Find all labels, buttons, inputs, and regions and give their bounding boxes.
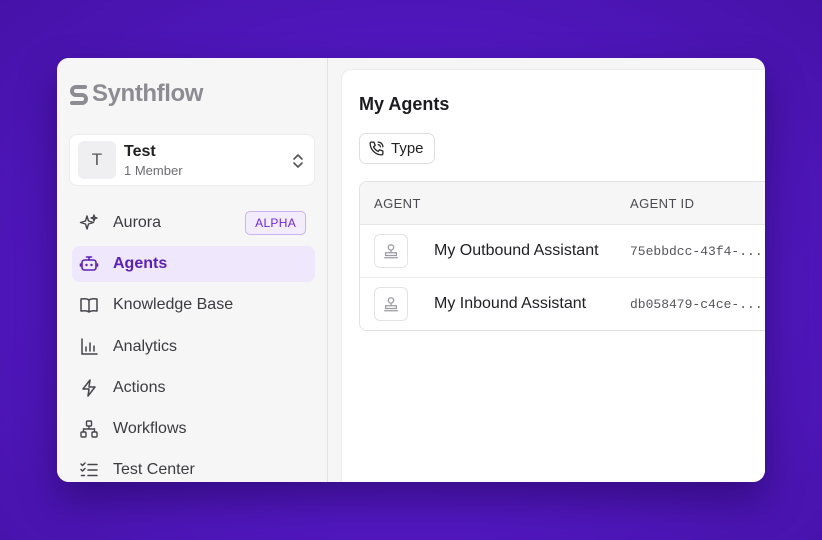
table-row[interactable]: My Outbound Assistant 75ebbdcc-43f4-... <box>360 225 765 278</box>
brand-name: Synthflow <box>92 80 204 107</box>
sidebar-item-agents[interactable]: Agents <box>72 246 315 283</box>
alpha-badge: ALPHA <box>245 211 306 235</box>
table-row[interactable]: My Inbound Assistant db058479-c4ce-... <box>360 278 765 330</box>
sidebar-nav: Aurora ALPHA Agents Knowledge Base Analy… <box>72 205 315 482</box>
agents-table: AGENT AGENT ID My Outbound Assistant 75e… <box>359 181 765 331</box>
chevron-up-down-icon <box>293 154 303 168</box>
workflow-icon <box>79 419 99 439</box>
phone-call-icon <box>369 141 384 156</box>
lightning-icon <box>79 378 99 398</box>
sidebar-item-label: Test Center <box>113 461 195 479</box>
sidebar-item-label: Actions <box>113 378 166 396</box>
sidebar-item-label: Analytics <box>113 337 178 355</box>
table-header: AGENT AGENT ID <box>360 182 765 225</box>
bot-icon <box>79 254 99 274</box>
sparkles-icon <box>79 213 99 233</box>
sidebar-item-label: Agents <box>113 255 168 273</box>
main-content: My Agents Type AGENT AGENT ID My Outboun… <box>341 69 765 482</box>
sidebar-item-test-center[interactable]: Test Center <box>72 452 315 482</box>
column-header-agent: AGENT <box>374 196 421 211</box>
sidebar-item-actions[interactable]: Actions <box>72 370 315 406</box>
workspace-members: 1 Member <box>124 162 183 178</box>
sidebar-item-knowledge-base[interactable]: Knowledge Base <box>72 287 315 323</box>
workspace-switcher[interactable]: T Test 1 Member <box>69 134 315 186</box>
workspace-name: Test <box>124 142 156 160</box>
app-window: Synthflow T Test 1 Member Aurora ALPHA A… <box>57 58 765 482</box>
checklist-icon <box>79 460 99 480</box>
brand-logo[interactable]: Synthflow <box>69 80 203 108</box>
sidebar-item-aurora[interactable]: Aurora ALPHA <box>72 205 315 241</box>
bar-chart-icon <box>79 337 99 357</box>
synthflow-logo-icon <box>70 85 88 105</box>
page-title: My Agents <box>359 94 450 114</box>
sidebar-item-workflows[interactable]: Workflows <box>72 411 315 447</box>
agent-name: My Outbound Assistant <box>434 242 599 259</box>
sidebar-item-analytics[interactable]: Analytics <box>72 329 315 365</box>
agent-name: My Inbound Assistant <box>434 295 587 312</box>
agent-avatar-icon <box>374 287 408 321</box>
agent-id: 75ebbdcc-43f4-... <box>630 244 763 259</box>
book-icon <box>79 295 99 315</box>
type-filter-label: Type <box>391 140 424 157</box>
sidebar: Synthflow T Test 1 Member Aurora ALPHA A… <box>57 58 328 482</box>
type-filter-button[interactable]: Type <box>359 133 435 164</box>
sidebar-item-label: Workflows <box>113 419 187 437</box>
column-header-agent-id: AGENT ID <box>630 196 695 211</box>
sidebar-item-label: Aurora <box>113 214 162 231</box>
agent-avatar-icon <box>374 234 408 268</box>
sidebar-item-label: Knowledge Base <box>113 296 234 314</box>
workspace-avatar: T <box>78 141 116 179</box>
agent-id: db058479-c4ce-... <box>630 297 763 312</box>
